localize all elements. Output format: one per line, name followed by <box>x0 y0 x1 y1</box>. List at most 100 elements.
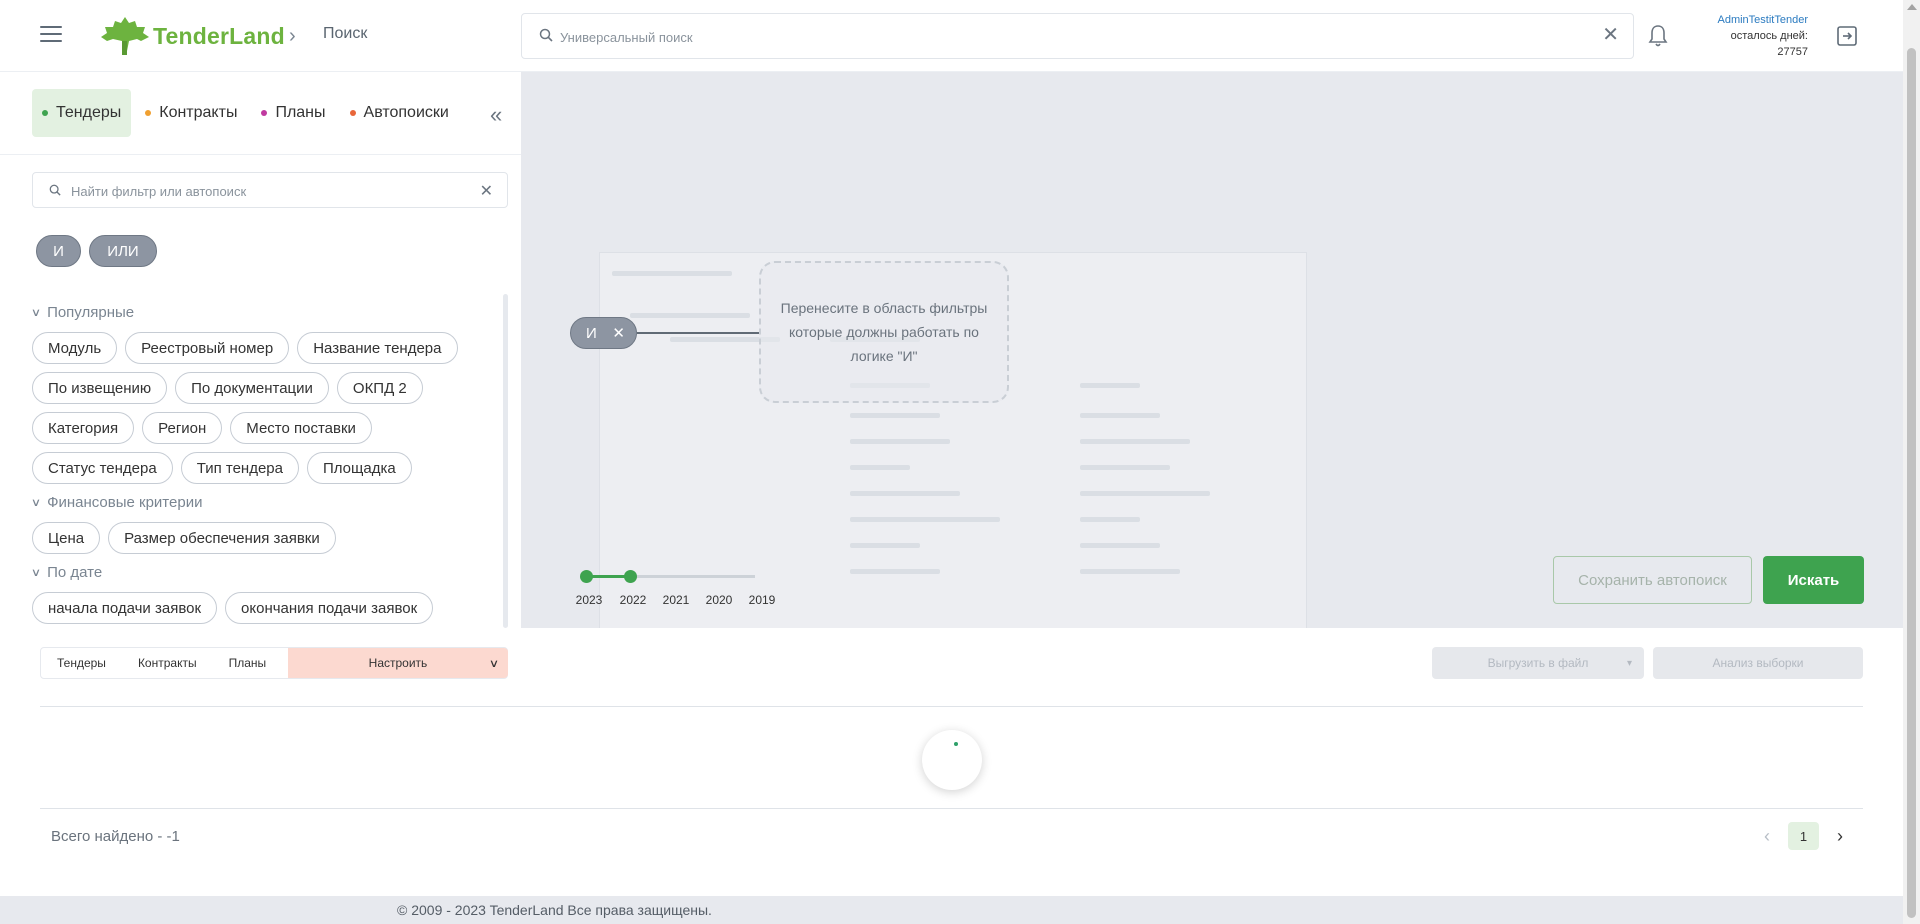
node-connector <box>637 332 759 334</box>
filter-chip[interactable]: Категория <box>32 412 135 444</box>
global-search: ✕ <box>521 13 1634 59</box>
year-label[interactable]: 2021 <box>656 593 696 607</box>
results-tabs: Тендеры Контракты Планы Настроить ∨ <box>40 647 508 679</box>
logic-and-button[interactable]: И <box>36 235 81 267</box>
filter-search: ✕ <box>32 172 508 208</box>
dot-icon <box>349 110 356 116</box>
filter-chip[interactable]: Площадка <box>306 452 412 484</box>
chips-popular: Модуль Реестровый номер Название тендера… <box>32 332 502 484</box>
search-icon <box>49 184 61 196</box>
chevron-down-icon: ∨ <box>32 496 41 509</box>
chevron-down-icon: ▾ <box>1626 657 1632 669</box>
chips-date: начала подачи заявок окончания подачи за… <box>32 592 502 624</box>
tree-logo-icon <box>101 17 149 55</box>
entity-tabs: Тендеры Контракты Планы Автопоиски <box>32 89 463 137</box>
year-label[interactable]: 2020 <box>699 593 739 607</box>
filter-chip[interactable]: Цена <box>32 522 101 554</box>
tab-contracts[interactable]: Контракты <box>135 89 247 137</box>
filter-chip[interactable]: Размер обеспечения заявки <box>108 522 336 554</box>
results-section: Тендеры Контракты Планы Настроить ∨ Выгр… <box>0 628 1903 896</box>
scroll-up-icon[interactable] <box>1907 4 1917 10</box>
logic-or-button[interactable]: ИЛИ <box>89 235 157 267</box>
filter-chip[interactable]: Название тендера <box>297 332 458 364</box>
bell-icon[interactable] <box>1648 24 1668 48</box>
filter-chip[interactable]: По документации <box>175 372 329 404</box>
logo[interactable]: TenderLand <box>99 14 285 58</box>
save-autosearch-button[interactable]: Сохранить автопоиск <box>1553 556 1752 604</box>
results-tab-tenders[interactable]: Тендеры <box>41 648 122 678</box>
logo-text: TenderLand <box>153 22 285 49</box>
scroll-thumb[interactable] <box>1907 48 1916 918</box>
tab-plans[interactable]: Планы <box>251 89 335 137</box>
filter-chip[interactable]: ОКПД 2 <box>336 372 423 404</box>
chevron-down-icon: ∨ <box>32 306 41 319</box>
menu-icon[interactable] <box>40 26 62 44</box>
total-found: Всего найдено - -1 <box>51 828 180 845</box>
user-name-link[interactable]: AdminTestitTender <box>1690 12 1809 28</box>
page-scrollbar[interactable] <box>1903 0 1920 924</box>
filter-panel: Тендеры Контракты Планы Автопоиски « ✕ И… <box>0 72 521 628</box>
pagination: ‹ 1 › <box>1752 822 1855 850</box>
dot-icon <box>145 110 152 116</box>
logout-icon[interactable] <box>1835 24 1859 48</box>
next-page-icon[interactable]: › <box>1825 826 1855 847</box>
breadcrumb[interactable]: Поиск <box>323 25 367 43</box>
filter-chip[interactable]: окончания подачи заявок <box>225 592 434 624</box>
configure-dropdown[interactable]: Настроить ∨ <box>288 648 508 678</box>
timeline-handle-start[interactable] <box>580 570 593 583</box>
dot-icon <box>261 110 268 116</box>
year-timeline: 2023 2022 2021 2020 2019 <box>576 566 775 616</box>
page-number[interactable]: 1 <box>1788 822 1819 850</box>
filter-search-input[interactable] <box>71 182 471 200</box>
days-left-label: осталось дней: <box>1730 30 1808 42</box>
tab-tenders[interactable]: Тендеры <box>32 89 132 137</box>
filter-list: ∨Популярные Модуль Реестровый номер Назв… <box>32 294 502 628</box>
loading-spinner <box>922 730 982 790</box>
collapse-panel-icon[interactable]: « <box>490 102 502 128</box>
days-left-value: 27757 <box>1777 46 1808 58</box>
year-label[interactable]: 2022 <box>613 593 653 607</box>
section-popular[interactable]: ∨Популярные <box>32 300 502 324</box>
timeline-handle-end[interactable] <box>624 570 637 583</box>
section-finance[interactable]: ∨Финансовые критерии <box>32 490 502 514</box>
analysis-button[interactable]: Анализ выборки <box>1653 647 1863 679</box>
export-button[interactable]: Выгрузить в файл ▾ <box>1432 647 1644 679</box>
clear-search-icon[interactable]: ✕ <box>1602 25 1619 45</box>
filter-chip[interactable]: Место поставки <box>230 412 372 444</box>
results-tab-contracts[interactable]: Контракты <box>122 648 213 678</box>
top-header: TenderLand › Поиск ✕ AdminTestitTender о… <box>0 0 1903 72</box>
section-date[interactable]: ∨По дате <box>32 560 502 584</box>
dot-icon <box>42 110 48 116</box>
chevron-down-icon: ∨ <box>32 566 41 579</box>
filter-chip[interactable]: Статус тендера <box>32 452 173 484</box>
filter-chip[interactable]: начала подачи заявок <box>32 592 218 624</box>
filter-chip[interactable]: Тип тендера <box>180 452 299 484</box>
logic-and-node[interactable]: И ✕ <box>570 317 637 349</box>
filter-chip[interactable]: Модуль <box>32 332 118 364</box>
search-button[interactable]: Искать <box>1763 556 1864 604</box>
copyright: © 2009 - 2023 TenderLand Все права защищ… <box>397 902 712 918</box>
remove-node-icon[interactable]: ✕ <box>612 324 625 342</box>
divider <box>40 808 1863 809</box>
year-label[interactable]: 2023 <box>569 593 609 607</box>
filter-chip[interactable]: Регион <box>142 412 223 444</box>
filter-canvas: И ✕ Перенесите в область фильтры которые… <box>521 72 1903 670</box>
chevron-down-icon: ∨ <box>488 657 500 670</box>
filter-scrollbar[interactable] <box>503 294 508 628</box>
year-label[interactable]: 2019 <box>742 593 782 607</box>
clear-filter-icon[interactable]: ✕ <box>480 181 493 201</box>
user-info: AdminTestitTender осталось дней: 27757 <box>1690 12 1809 60</box>
divider <box>40 706 1863 707</box>
chevron-right-icon: › <box>289 25 296 47</box>
footer: © 2009 - 2023 TenderLand Все права защищ… <box>0 896 1903 924</box>
search-icon <box>539 28 553 42</box>
prev-page-icon[interactable]: ‹ <box>1752 826 1782 847</box>
filter-chip[interactable]: Реестровый номер <box>125 332 290 364</box>
tab-autosearch[interactable]: Автопоиски <box>340 89 459 137</box>
filter-dropzone[interactable]: Перенесите в область фильтры которые дол… <box>759 261 1009 403</box>
results-tab-plans[interactable]: Планы <box>213 648 283 678</box>
divider <box>0 154 521 155</box>
chips-finance: Цена Размер обеспечения заявки <box>32 522 502 554</box>
global-search-input[interactable] <box>560 26 1570 48</box>
filter-chip[interactable]: По извещению <box>32 372 168 404</box>
